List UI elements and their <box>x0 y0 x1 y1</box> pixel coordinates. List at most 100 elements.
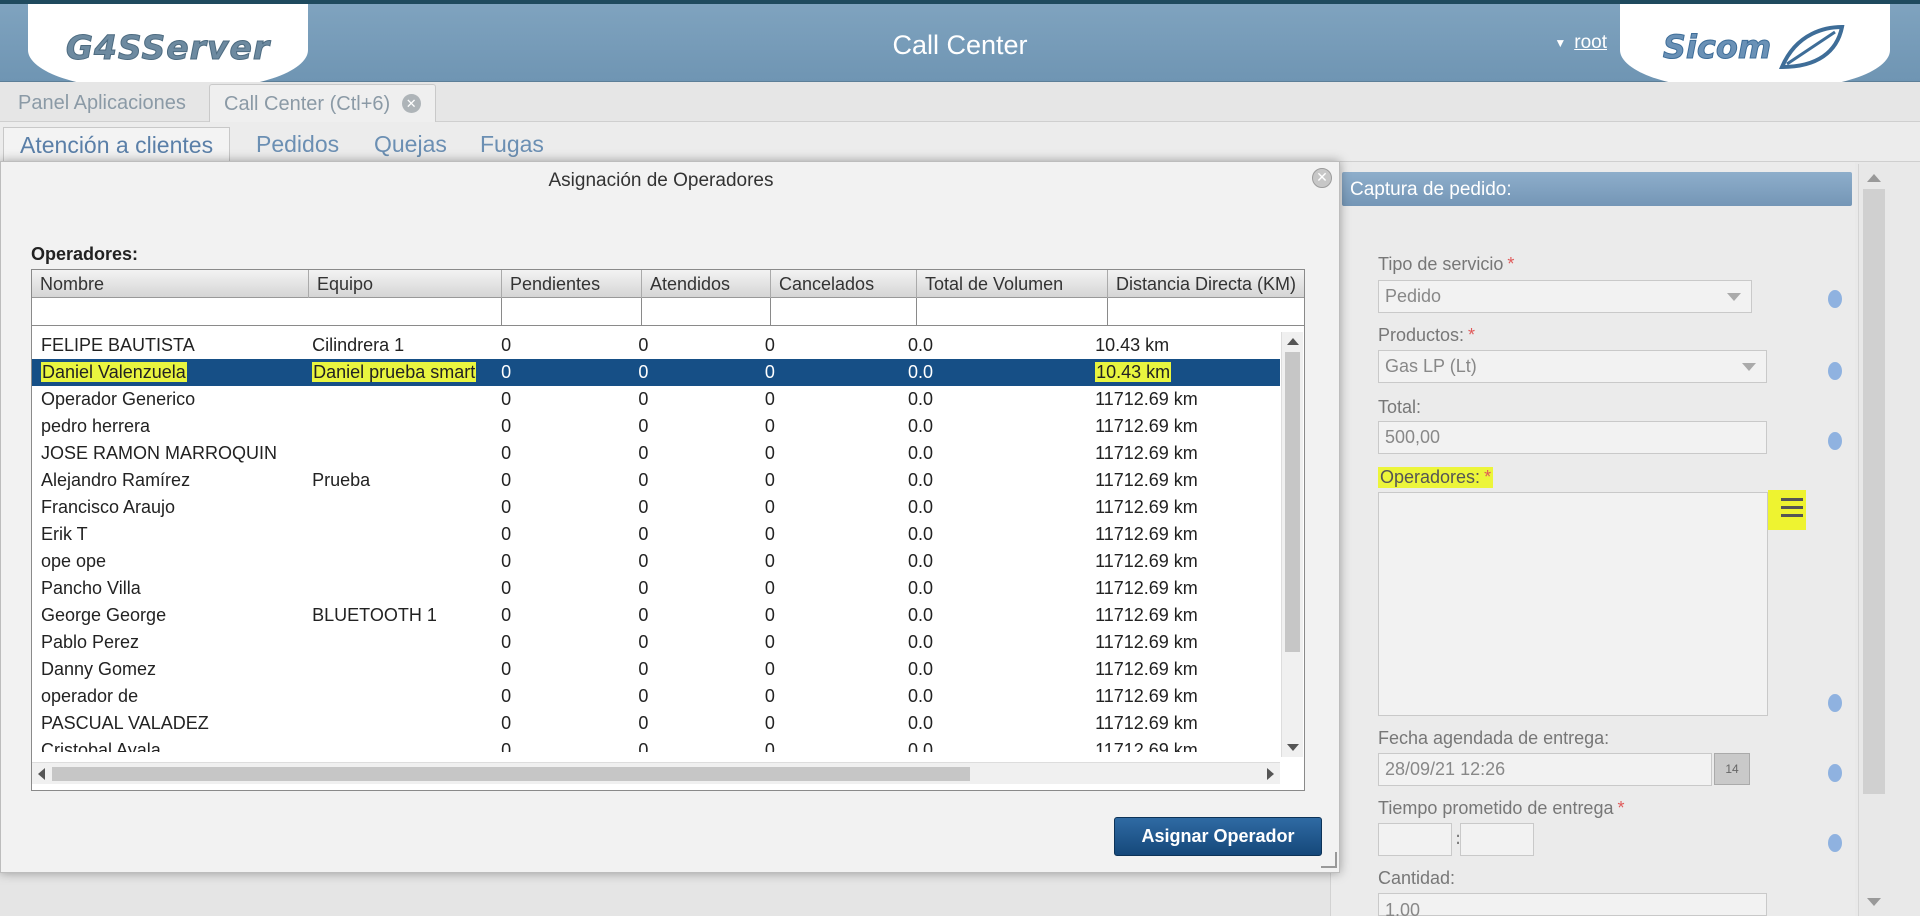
cell-text: Alejandro Ramírez <box>41 470 191 490</box>
info-icon[interactable] <box>1828 362 1842 380</box>
cell-distancia: 11712.69 km <box>1086 440 1280 467</box>
grid-horizontal-scrollbar[interactable] <box>32 762 1280 784</box>
filter-distancia-input[interactable] <box>1108 298 1304 326</box>
info-icon[interactable] <box>1828 432 1842 450</box>
scroll-up-icon[interactable] <box>1867 174 1881 182</box>
filter-nombre-input[interactable] <box>32 298 502 326</box>
cell-atendidos: 0 <box>629 602 755 629</box>
scheduled-date-input[interactable]: 28/09/21 12:26 <box>1378 753 1712 786</box>
table-row[interactable]: PASCUAL VALADEZ 0 0 0 0.0 11712.69 km <box>32 710 1280 737</box>
cell-volumen: 0.0 <box>899 359 1086 386</box>
total-input[interactable]: 500,00 <box>1378 421 1767 454</box>
table-row[interactable]: operador de 0 0 0 0.0 11712.69 km <box>32 683 1280 710</box>
table-row[interactable]: Danny Gomez 0 0 0 0.0 11712.69 km <box>32 656 1280 683</box>
cell-text: 11712.69 km <box>1095 713 1198 733</box>
table-row[interactable]: FELIPE BAUTISTA Cilindrera 1 0 0 0 0.0 10.43 k… <box>32 332 1280 359</box>
filter-volumen-input[interactable] <box>917 298 1108 326</box>
cell-text: operador de <box>41 686 139 706</box>
tab-atencion-clientes[interactable]: Atención a clientes <box>3 127 231 162</box>
promised-time-label: Tiempo prometido de entrega * <box>1378 798 1625 818</box>
column-header-total-volumen[interactable]: Total de Volumen <box>917 270 1108 298</box>
column-header-equipo[interactable]: Equipo <box>309 270 502 298</box>
tab-call-center[interactable]: Call Center (Ctl+6) ✕ <box>209 84 436 122</box>
table-row[interactable]: pedro herrera 0 0 0 0.0 11712.69 km <box>32 413 1280 440</box>
filter-atendidos-input[interactable] <box>642 298 771 326</box>
cell-text: 11712.69 km <box>1095 470 1198 490</box>
cell-distancia: 11712.69 km <box>1086 413 1280 440</box>
tab-fugas[interactable]: Fugas <box>464 127 560 162</box>
close-icon[interactable]: ✕ <box>1312 168 1332 188</box>
scroll-right-icon[interactable] <box>1267 768 1274 780</box>
column-header-distancia[interactable]: Distancia Directa (KM) <box>1108 270 1304 298</box>
info-icon[interactable] <box>1828 290 1842 308</box>
table-row[interactable]: Erik T 0 0 0 0.0 11712.69 km <box>32 521 1280 548</box>
user-menu[interactable]: ▼ root <box>1554 32 1607 54</box>
column-header-atendidos[interactable]: Atendidos <box>642 270 771 298</box>
table-row[interactable]: Cristobal Ayala 0 0 0 0.0 11712.69 km <box>32 737 1280 752</box>
table-row[interactable]: Daniel Valenzuela Daniel prueba smart 0 0 0 0… <box>32 359 1280 386</box>
cell-volumen: 0.0 <box>899 683 1086 710</box>
table-row[interactable]: Pancho Villa 0 0 0 0.0 11712.69 km <box>32 575 1280 602</box>
tab-pedidos[interactable]: Pedidos <box>240 127 355 162</box>
grid-vertical-scrollbar[interactable] <box>1281 332 1303 757</box>
scroll-up-icon[interactable] <box>1287 338 1299 345</box>
filter-pendientes-input[interactable] <box>502 298 642 326</box>
operators-textarea[interactable] <box>1378 492 1768 716</box>
quantity-input[interactable]: 1,00 <box>1378 893 1767 916</box>
products-select[interactable]: Gas LP (Lt) <box>1378 350 1767 383</box>
scrollbar-thumb[interactable] <box>52 767 970 781</box>
cell-text: 11712.69 km <box>1095 497 1198 517</box>
table-row[interactable]: ope ope 0 0 0 0.0 11712.69 km <box>32 548 1280 575</box>
cell-text: 0 <box>638 713 649 733</box>
assign-operator-button[interactable]: Asignar Operador <box>1114 817 1322 856</box>
cell-text: 11712.69 km <box>1095 632 1198 652</box>
table-row[interactable]: Francisco Araujo 0 0 0 0.0 11712.69 km <box>32 494 1280 521</box>
close-tab-icon[interactable]: ✕ <box>401 94 421 113</box>
tab-panel-aplicaciones[interactable]: Panel Aplicaciones <box>4 84 200 122</box>
cell-text: 0 <box>638 551 649 571</box>
application-tabs: Panel Aplicaciones Call Center (Ctl+6) ✕ <box>0 82 1920 122</box>
cell-nombre: Francisco Araujo <box>32 494 303 521</box>
promised-hours-input[interactable] <box>1378 823 1452 856</box>
cell-text: 0 <box>501 551 512 571</box>
scroll-down-icon[interactable] <box>1867 898 1881 906</box>
checklist-icon[interactable] <box>1768 490 1806 530</box>
panel-scrollbar[interactable] <box>1858 164 1890 916</box>
cell-distancia: 11712.69 km <box>1086 710 1280 737</box>
cell-volumen: 0.0 <box>899 467 1086 494</box>
user-link[interactable]: root <box>1574 32 1607 54</box>
scroll-left-icon[interactable] <box>38 768 45 780</box>
info-icon[interactable] <box>1828 764 1842 782</box>
cell-text: 0 <box>501 443 512 463</box>
resize-handle-icon[interactable] <box>1321 852 1337 868</box>
filter-cancelados-input[interactable] <box>771 298 917 326</box>
table-row[interactable]: JOSE RAMON MARROQUIN 0 0 0 0.0 11712.69 km <box>32 440 1280 467</box>
info-icon[interactable] <box>1828 694 1842 712</box>
info-icon[interactable] <box>1828 834 1842 852</box>
scroll-down-icon[interactable] <box>1287 744 1299 751</box>
table-row[interactable]: Operador Generico 0 0 0 0.0 11712.69 km <box>32 386 1280 413</box>
promised-minutes-input[interactable] <box>1460 823 1534 856</box>
column-header-nombre[interactable]: Nombre <box>32 270 309 298</box>
tab-quejas[interactable]: Quejas <box>358 127 463 162</box>
service-type-select[interactable]: Pedido <box>1378 280 1752 313</box>
cell-equipo <box>303 494 492 521</box>
table-row[interactable]: Pablo Perez 0 0 0 0.0 11712.69 km <box>32 629 1280 656</box>
column-header-pendientes[interactable]: Pendientes <box>502 270 642 298</box>
scrollbar-thumb[interactable] <box>1863 189 1885 794</box>
table-row[interactable]: Alejandro Ramírez Prueba 0 0 0 0.0 11712.69 km <box>32 467 1280 494</box>
cell-text: 0 <box>501 470 512 490</box>
chevron-down-icon <box>1727 293 1741 301</box>
cell-volumen: 0.0 <box>899 629 1086 656</box>
cell-volumen: 0.0 <box>899 548 1086 575</box>
section-tabs: Atención a clientes Pedidos Quejas Fugas <box>0 122 1920 162</box>
table-row[interactable]: George George BLUETOOTH 1 0 0 0 0.0 11712.69 k… <box>32 602 1280 629</box>
cell-cancelados: 0 <box>756 359 899 386</box>
cell-text: 10.43 km <box>1095 335 1170 355</box>
cell-text: 0 <box>501 578 512 598</box>
scrollbar-thumb[interactable] <box>1285 352 1300 652</box>
cell-text: 0.0 <box>907 362 934 382</box>
column-header-cancelados[interactable]: Cancelados <box>771 270 917 298</box>
cell-atendidos: 0 <box>629 440 755 467</box>
calendar-icon[interactable]: 14 <box>1714 753 1750 785</box>
